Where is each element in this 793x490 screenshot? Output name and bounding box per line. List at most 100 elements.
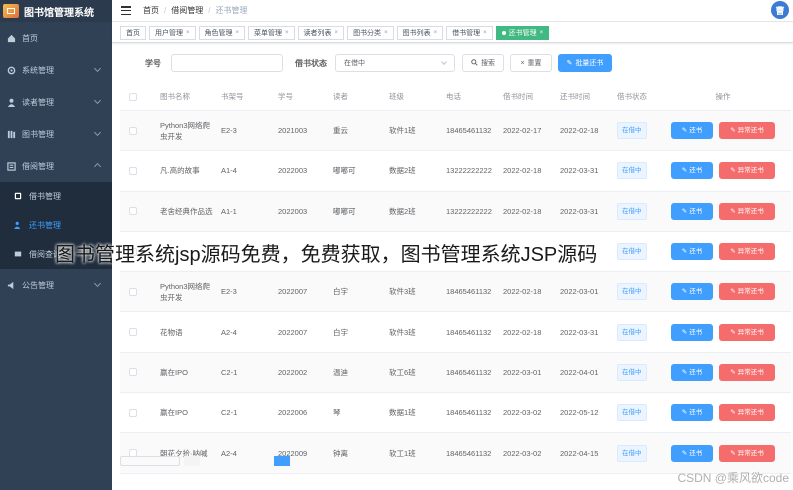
cell-borrow-time: 2022-02-18 (503, 287, 542, 297)
abnormal-return-label: 异常还书 (737, 368, 764, 376)
borrow-status-select[interactable]: 在借中 (335, 54, 455, 72)
prev-page-button[interactable] (184, 456, 200, 466)
close-icon[interactable]: × (186, 30, 190, 36)
cell-phone: 18465461132 (446, 327, 492, 337)
tag-label: 角色管理 (204, 29, 233, 37)
abnormal-return-label: 异常还书 (737, 409, 764, 417)
hamburger-icon[interactable] (121, 6, 131, 15)
watermark: CSDN @乘风欲code (677, 471, 789, 485)
return-button[interactable]: ✎ 还书 (671, 283, 713, 301)
status-badge: 在借中 (617, 162, 647, 180)
abnormal-return-button[interactable]: ✎ 异常还书 (719, 283, 775, 301)
edit-icon: ✎ (730, 207, 736, 215)
tag-readers[interactable]: 读者列表 × (297, 25, 345, 40)
tag-users[interactable]: 用户管理 × (149, 25, 196, 40)
close-icon[interactable]: × (483, 30, 487, 36)
abnormal-return-button[interactable]: ✎ 异常还书 (719, 444, 775, 462)
sidebar-item-borrow-manage[interactable]: 借书管理 (0, 182, 112, 211)
select-all-checkbox[interactable] (129, 92, 137, 101)
sidebar-item-system[interactable]: 系统管理 (0, 54, 112, 86)
sidebar-item-borrow[interactable]: 借阅管理 (0, 150, 112, 182)
row-checkbox[interactable] (129, 287, 137, 296)
table-row: 朝花夕拾·呐喊 A2-4 2022009 钟离 软工1班 18465461132 2022-… (120, 433, 791, 474)
close-icon[interactable]: × (540, 30, 544, 36)
reset-button[interactable]: × 重置 (510, 54, 552, 72)
sidebar-item-books[interactable]: 图书管理 (0, 118, 112, 150)
close-icon[interactable]: × (285, 30, 289, 36)
return-button[interactable]: ✎ 还书 (671, 202, 713, 220)
sidebar-item-label: 公告管理 (22, 280, 54, 290)
row-select-cell (120, 368, 152, 377)
tag-label: 读者列表 (303, 29, 332, 37)
abnormal-return-button[interactable]: ✎ 异常还书 (719, 323, 775, 341)
tag-roles[interactable]: 角色管理 × (198, 25, 246, 40)
abnormal-return-button[interactable]: ✎ 异常还书 (719, 363, 775, 381)
tag-menus[interactable]: 菜单管理 × (248, 25, 295, 40)
return-button[interactable]: ✎ 还书 (671, 363, 713, 381)
status-badge: 在借中 (617, 122, 647, 140)
return-button[interactable]: ✎ 还书 (671, 122, 713, 140)
cell-book-name: 赢在IPO (160, 367, 188, 377)
logo-icon (3, 4, 19, 18)
sidebar-item-return-manage[interactable]: 还书管理 (0, 211, 112, 240)
close-icon[interactable]: × (335, 30, 339, 36)
gear-icon (6, 65, 16, 75)
page-size-select[interactable] (120, 456, 180, 466)
return-button[interactable]: ✎ 还书 (671, 404, 713, 422)
student-id-input[interactable] (171, 54, 283, 72)
cell-borrow-time: 2022-02-17 (503, 126, 542, 136)
tag-home[interactable]: 首页 (120, 25, 146, 40)
row-checkbox[interactable] (129, 368, 137, 377)
borrow-icon (6, 161, 16, 171)
close-icon[interactable]: × (236, 30, 240, 36)
close-icon[interactable]: × (434, 30, 438, 36)
status-badge: 在借中 (617, 283, 647, 301)
abnormal-return-label: 异常还书 (737, 167, 764, 175)
tags-view: 首页 用户管理 × 角色管理 × 菜单管理 × 读者列表 × 图书分类 × 图书列表 × 借… (112, 23, 793, 43)
status-badge: 在借中 (617, 363, 647, 381)
batch-return-button[interactable]: ✎ 批量还书 (558, 54, 612, 72)
cell-borrow-time: 2022-03-02 (503, 408, 542, 418)
tag-borrow[interactable]: 借书管理 × (446, 25, 493, 40)
row-checkbox[interactable] (129, 408, 137, 417)
sidebar-item-home[interactable]: 首页 (0, 22, 112, 54)
sub-item-label: 还书管理 (29, 221, 61, 230)
cell-status: 在借中 (609, 444, 665, 462)
book-icon (6, 129, 16, 139)
cell-student-id: 2022003 (278, 166, 308, 176)
close-icon[interactable]: × (384, 30, 388, 36)
batch-return-label: 批量还书 (575, 60, 604, 67)
cell-phone: 18465461132 (446, 408, 492, 418)
page-number-active[interactable] (274, 456, 290, 466)
row-checkbox[interactable] (129, 126, 137, 135)
return-button[interactable]: ✎ 还书 (671, 323, 713, 341)
edit-icon: ✎ (681, 328, 688, 336)
return-button[interactable]: ✎ 还书 (671, 444, 713, 462)
tag-return[interactable]: 还书管理 × (495, 25, 550, 40)
cell-student-id: 2022002 (278, 367, 308, 377)
return-button[interactable]: ✎ 还书 (671, 162, 713, 180)
abnormal-return-button[interactable]: ✎ 异常还书 (719, 404, 775, 422)
cell-actions: ✎ 还书 ✎ 异常还书 (665, 363, 781, 381)
row-checkbox[interactable] (129, 207, 137, 216)
cell-actions: ✎ 还书 ✎ 异常还书 (665, 323, 781, 341)
row-checkbox[interactable] (129, 328, 137, 337)
home-icon (6, 33, 16, 43)
borrow-status-value: 在借中 (344, 60, 365, 67)
avatar[interactable]: 曹 (771, 1, 789, 19)
header-return-time: 还书时间 (560, 92, 590, 101)
abnormal-return-button[interactable]: ✎ 异常还书 (719, 122, 775, 140)
select-all-cell (120, 92, 152, 101)
abnormal-return-button[interactable]: ✎ 异常还书 (719, 202, 775, 220)
sidebar-item-announce[interactable]: 公告管理 (0, 269, 112, 301)
search-button[interactable]: 搜索 (462, 54, 504, 72)
tag-categories[interactable]: 图书分类 × (347, 25, 394, 40)
sidebar-item-readers[interactable]: 读者管理 (0, 86, 112, 118)
cell-return-time: 2022-04-15 (560, 448, 599, 458)
breadcrumb-item[interactable]: 首页 (143, 5, 159, 16)
tag-books[interactable]: 图书列表 × (396, 25, 444, 40)
row-checkbox[interactable] (129, 166, 137, 175)
abnormal-return-button[interactable]: ✎ 异常还书 (719, 162, 775, 180)
status-badge: 在借中 (617, 323, 647, 341)
breadcrumb-item[interactable]: 借阅管理 (171, 5, 203, 16)
